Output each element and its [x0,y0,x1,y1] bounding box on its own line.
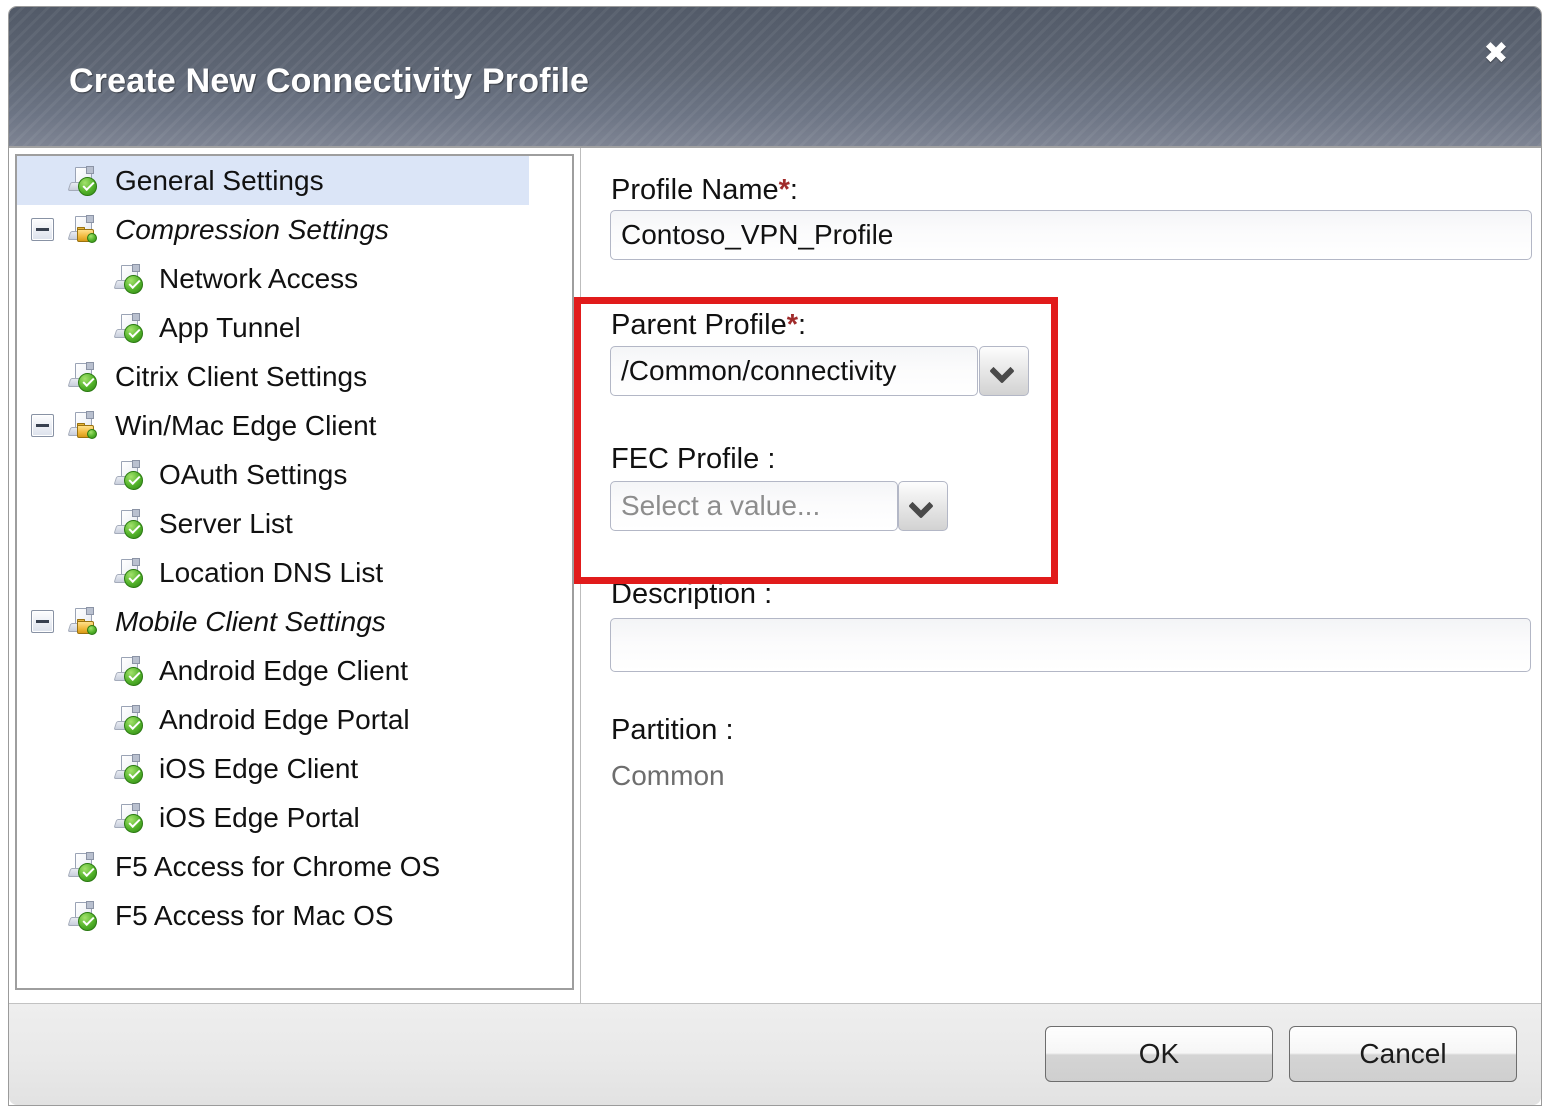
page-check-icon [113,313,145,343]
page-check-icon [67,362,99,392]
tree-item-citrix-client-settings[interactable]: Citrix Client Settings [17,352,572,401]
tree-item-label: Network Access [159,263,359,294]
tree-item-label: Citrix Client Settings [115,361,368,392]
page-folder-icon [67,411,99,440]
description-label: Description : [611,578,773,610]
tree-item-win-mac-edge-client[interactable]: Win/Mac Edge Client [17,401,572,450]
chevron-down-icon [989,358,1015,384]
tree-item-ios-edge-client[interactable]: iOS Edge Client [17,744,572,793]
label-colon: : [798,309,807,341]
tree-item-compression-settings[interactable]: Compression Settings [17,205,572,254]
collapse-icon[interactable] [31,218,54,241]
page-check-icon [113,803,145,833]
page-check-icon [67,901,99,931]
page-check-icon [113,558,145,588]
dialog-title: Create New Connectivity Profile [69,62,590,100]
collapse-icon[interactable] [31,610,54,633]
fec-profile-label: FEC Profile : [611,443,776,475]
page-check-icon [67,166,99,196]
profile-name-label: Profile Name*: [611,174,798,207]
settings-tree-panel[interactable]: General Settings Compression Settings Ne… [15,154,574,990]
tree-item-android-edge-portal[interactable]: Android Edge Portal [17,695,572,744]
parent-profile-label-text: Parent Profile [611,309,787,341]
dialog-footer: OK Cancel [9,1003,1541,1105]
general-settings-form: Profile Name*: Contoso_VPN_Profile Paren… [580,148,1541,1004]
tree-item-android-edge-client[interactable]: Android Edge Client [17,646,572,695]
dialog-body: General Settings Compression Settings Ne… [9,148,1541,1004]
dialog-titlebar: Create New Connectivity Profile ✖ [9,7,1541,148]
tree-item-label: Mobile Client Settings [115,606,386,637]
profile-name-label-text: Profile Name [611,174,779,206]
label-colon: : [789,174,798,206]
fec-profile-dropdown-button[interactable] [898,481,948,531]
chevron-down-icon [908,493,934,519]
tree-item-label: Win/Mac Edge Client [115,410,377,441]
page-folder-icon [67,215,99,244]
tree-item-ios-edge-portal[interactable]: iOS Edge Portal [17,793,572,842]
tree-item-label: Compression Settings [115,214,389,245]
tree-item-f5-access-chrome-os[interactable]: F5 Access for Chrome OS [17,842,572,891]
close-icon[interactable]: ✖ [1479,37,1513,71]
page-check-icon [113,705,145,735]
tree-item-label: General Settings [115,165,324,196]
page-check-icon [113,460,145,490]
parent-profile-label: Parent Profile*: [611,309,806,342]
profile-name-input[interactable]: Contoso_VPN_Profile [610,210,1532,260]
tree-item-location-dns-list[interactable]: Location DNS List [17,548,572,597]
page-check-icon [113,264,145,294]
tree-item-label: Android Edge Portal [159,704,410,735]
tree-item-label: iOS Edge Portal [159,802,360,833]
tree-item-label: Location DNS List [159,557,384,588]
required-marker: * [786,309,798,341]
ok-button[interactable]: OK [1045,1026,1273,1082]
create-connectivity-profile-dialog: Create New Connectivity Profile ✖ Genera… [8,6,1542,1106]
parent-profile-input[interactable]: /Common/connectivity [610,346,978,396]
page-folder-icon [67,607,99,636]
parent-profile-dropdown-button[interactable] [979,346,1029,396]
page-check-icon [67,852,99,882]
tree-item-general-settings[interactable]: General Settings [17,156,529,205]
page-check-icon [113,509,145,539]
description-textarea[interactable] [610,618,1531,672]
page-check-icon [113,754,145,784]
partition-label: Partition : [611,714,734,746]
required-marker: * [778,174,790,206]
tree-item-label: App Tunnel [159,312,301,343]
tree-item-label: OAuth Settings [159,459,348,490]
tree-item-f5-access-mac-os[interactable]: F5 Access for Mac OS [17,891,572,940]
tree-item-label: Android Edge Client [159,655,409,686]
fec-profile-input[interactable]: Select a value... [610,481,898,531]
partition-value: Common [611,760,725,791]
tree-item-label: Server List [159,508,293,539]
tree-item-network-access[interactable]: Network Access [17,254,572,303]
tree-item-app-tunnel[interactable]: App Tunnel [17,303,572,352]
cancel-button[interactable]: Cancel [1289,1026,1517,1082]
tree-item-server-list[interactable]: Server List [17,499,572,548]
tree-item-label: F5 Access for Chrome OS [115,851,441,882]
tree-item-oauth-settings[interactable]: OAuth Settings [17,450,572,499]
tree-item-mobile-client-settings[interactable]: Mobile Client Settings [17,597,572,646]
page-check-icon [113,656,145,686]
tree-item-label: iOS Edge Client [159,753,359,784]
tree-item-label: F5 Access for Mac OS [115,900,394,931]
collapse-icon[interactable] [31,414,54,437]
